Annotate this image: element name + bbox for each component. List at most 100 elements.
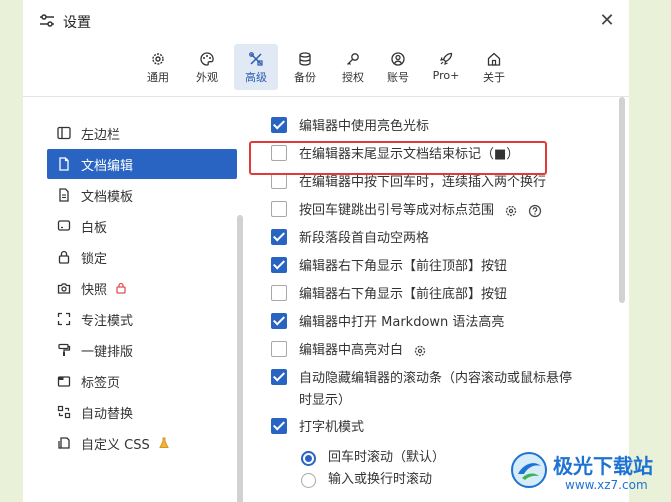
- checkbox[interactable]: [271, 257, 287, 273]
- aurora-logo-icon: [511, 452, 547, 488]
- template-icon: [59, 188, 69, 202]
- sidebar-icon: [57, 126, 71, 140]
- option-label: 编辑器中高亮对白: [299, 343, 404, 358]
- flask-icon: [158, 437, 169, 448]
- sidebar-item-custom-css[interactable]: 自定义 CSS: [47, 428, 237, 458]
- sidebar-item-auto-replace[interactable]: 自动替换: [47, 397, 237, 427]
- sidebar-item-tabs[interactable]: 标签页: [47, 366, 237, 396]
- sidebar-item-snapshot[interactable]: 快照: [47, 273, 237, 303]
- tab-label: 关于: [483, 71, 505, 84]
- option-label-continued: 时显示）: [299, 393, 352, 408]
- sidebar-item-doc-editing[interactable]: 文档编辑: [47, 149, 237, 179]
- settings-tabs: 通用 外观 高级 备份 授权 账号 Pro+ 关于: [23, 44, 629, 94]
- watermark-title: 极光下载站: [553, 454, 653, 478]
- option-double-newline: 在编辑器中按下回车时，连续插入两个换行: [271, 172, 611, 194]
- gear-icon[interactable]: [413, 344, 427, 358]
- content-scrollbar[interactable]: [619, 97, 625, 303]
- sidebar-scrollbar[interactable]: [237, 215, 243, 502]
- sliders-icon: [40, 14, 54, 27]
- close-button[interactable]: ✕: [597, 12, 617, 32]
- tab-general[interactable]: 通用: [136, 44, 180, 90]
- option-go-top-button: 编辑器右下角显示【前往顶部】按钮: [271, 256, 611, 278]
- option-go-bottom-button: 编辑器右下角显示【前往底部】按钮: [271, 284, 611, 306]
- title-bar: 设置 ✕: [23, 0, 629, 42]
- css-icon: [58, 437, 70, 449]
- sidebar-item-label: 快照: [81, 282, 108, 298]
- option-label: 新段落段首自动空两格: [299, 231, 430, 246]
- sidebar-item-label: 白板: [81, 220, 108, 236]
- tab-backup[interactable]: 备份: [283, 44, 327, 90]
- tab-pro[interactable]: Pro+: [424, 44, 468, 90]
- settings-window: 设置 ✕ 通用 外观 高级 备份 授权 账号 Pro+ 关于 左边栏 文档编辑 …: [23, 0, 629, 502]
- lock-badge-icon: [116, 282, 126, 294]
- brush-icon: [58, 343, 71, 356]
- option-label: 编辑器中打开 Markdown 语法高亮: [299, 315, 505, 330]
- sidebar-item-focus-mode[interactable]: 专注模式: [47, 304, 237, 334]
- gear-icon: [152, 53, 164, 65]
- sidebar-item-label: 文档模板: [81, 189, 134, 205]
- sidebar-item-label: 一键排版: [81, 344, 134, 360]
- tab-label: Pro+: [432, 69, 460, 82]
- radio-button[interactable]: [301, 450, 316, 466]
- checkbox[interactable]: [271, 418, 287, 434]
- checkbox[interactable]: [271, 285, 287, 301]
- checkbox[interactable]: [271, 369, 287, 385]
- radio-button[interactable]: [301, 472, 316, 488]
- option-dialogue-highlight: 编辑器中高亮对白: [271, 340, 611, 362]
- option-label: 编辑器右下角显示【前往底部】按钮: [299, 287, 508, 302]
- sidebar-item-left-panel[interactable]: 左边栏: [47, 118, 237, 148]
- option-enter-jump-quotes: 按回车键跳出引号等成对标点范围: [271, 200, 611, 222]
- focus-icon: [57, 312, 71, 326]
- sidebar-item-label: 专注模式: [81, 313, 134, 329]
- rocket-icon: [440, 52, 453, 65]
- close-icon: ✕: [599, 10, 615, 31]
- watermark: 极光下载站 www.xz7.com: [505, 444, 671, 502]
- document-icon: [59, 157, 69, 171]
- sidebar-item-label: 自定义 CSS: [81, 437, 150, 453]
- palette-icon: [200, 52, 214, 66]
- gear-icon[interactable]: [504, 204, 518, 218]
- tab-license[interactable]: 授权: [331, 44, 375, 90]
- watermark-url: www.xz7.com: [565, 478, 648, 492]
- tab-account[interactable]: 账号: [376, 44, 420, 90]
- radio-label: 输入或换行时滚动: [328, 472, 433, 487]
- sidebar-item-label: 文档编辑: [81, 158, 134, 174]
- sidebar-item-whiteboard[interactable]: 白板: [47, 211, 237, 241]
- whiteboard-icon: [57, 220, 71, 231]
- tab-advanced[interactable]: 高级: [234, 44, 278, 90]
- checkbox[interactable]: [271, 117, 287, 133]
- replace-icon: [57, 405, 71, 419]
- sidebar-item-doc-template[interactable]: 文档模板: [47, 180, 237, 210]
- window-title: 设置: [63, 15, 91, 31]
- checkbox[interactable]: [271, 229, 287, 245]
- help-icon[interactable]: [528, 204, 542, 218]
- key-icon: [347, 53, 359, 65]
- radio-scroll-on-input: 输入或换行时滚动: [301, 469, 432, 491]
- tab-label: 高级: [245, 71, 267, 84]
- home-icon: [487, 52, 501, 66]
- checkbox[interactable]: [271, 341, 287, 357]
- settings-content: 编辑器中使用亮色光标 在编辑器末尾显示文档结束标记（■） 在编辑器中按下回车时，…: [253, 97, 629, 502]
- tab-about[interactable]: 关于: [472, 44, 516, 90]
- option-end-marker: 在编辑器末尾显示文档结束标记（■）: [271, 144, 611, 166]
- sidebar-item-label: 自动替换: [81, 406, 134, 422]
- option-label: 在编辑器末尾显示文档结束标记（■）: [299, 147, 520, 162]
- sidebar-item-lock[interactable]: 锁定: [47, 242, 237, 272]
- tab-appearance[interactable]: 外观: [185, 44, 229, 90]
- tab-label: 外观: [196, 71, 218, 84]
- sidebar-item-label: 锁定: [81, 251, 108, 267]
- tab-icon: [57, 376, 71, 387]
- checkbox[interactable]: [271, 201, 287, 217]
- sidebar: 左边栏 文档编辑 文档模板 白板 锁定 快照 专注模式 一键排版 标签页 自动替…: [23, 97, 253, 502]
- checkbox[interactable]: [271, 145, 287, 161]
- option-typewriter-mode: 打字机模式: [271, 417, 611, 439]
- sidebar-item-one-click-format[interactable]: 一键排版: [47, 335, 237, 365]
- option-label: 在编辑器中按下回车时，连续插入两个换行: [299, 175, 547, 190]
- radio-label: 回车时滚动（默认）: [328, 450, 446, 465]
- radio-scroll-on-enter: 回车时滚动（默认）: [301, 447, 445, 469]
- checkbox[interactable]: [271, 313, 287, 329]
- sidebar-item-label: 左边栏: [81, 127, 121, 143]
- checkbox[interactable]: [271, 173, 287, 189]
- option-label: 自动隐藏编辑器的滚动条（内容滚动或鼠标悬停: [299, 371, 573, 386]
- option-indent-paragraph: 新段落段首自动空两格: [271, 228, 611, 250]
